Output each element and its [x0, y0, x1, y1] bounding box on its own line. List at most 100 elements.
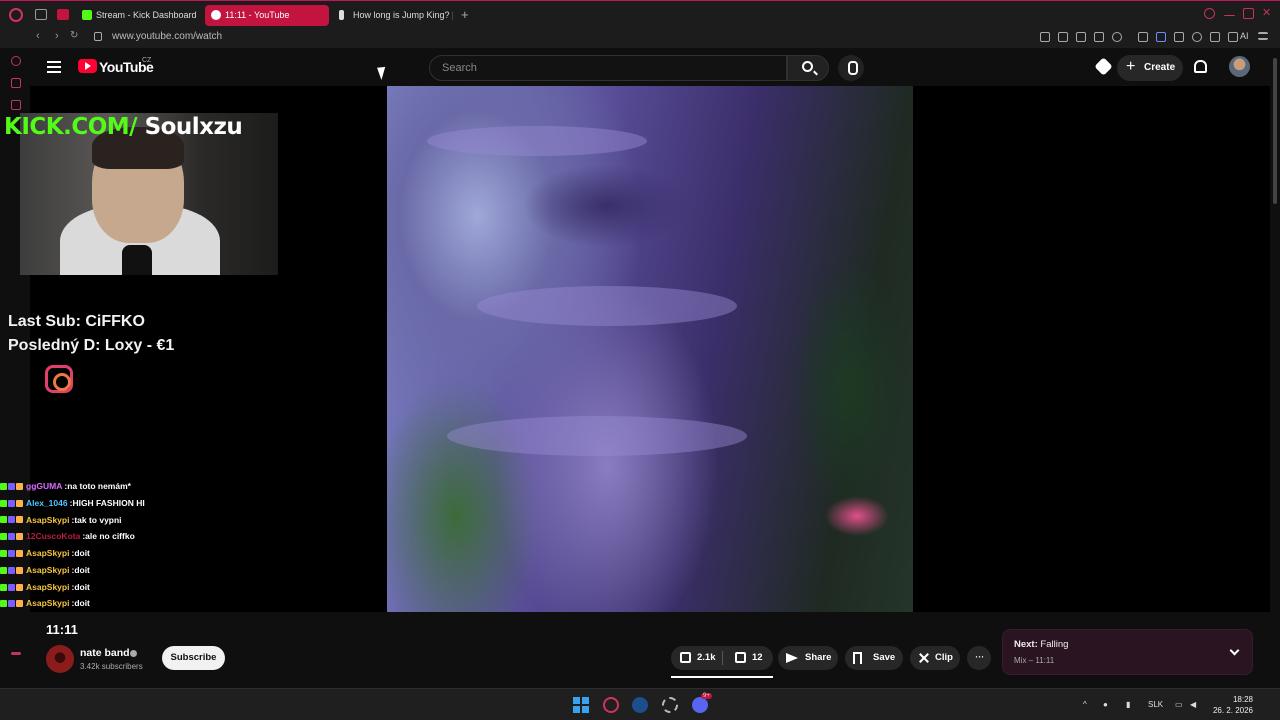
- profile-icon[interactable]: [1192, 32, 1202, 42]
- sidebar-more-icon[interactable]: [11, 652, 21, 655]
- minimize-icon[interactable]: [1224, 15, 1235, 17]
- language-indicator[interactable]: SLK: [1148, 700, 1163, 709]
- wifi-icon[interactable]: [1156, 32, 1166, 42]
- tab-kick-dashboard[interactable]: Stream - Kick Dashboard: [76, 5, 200, 26]
- chat-username: 12CuscoKota: [26, 531, 81, 542]
- verified-icon: [130, 650, 137, 657]
- puzzle-icon[interactable]: [1174, 32, 1184, 42]
- opera-taskbar-icon[interactable]: [603, 697, 619, 713]
- url-field[interactable]: www.youtube.com/watch: [112, 31, 222, 42]
- like-count[interactable]: 2.1k: [697, 646, 716, 670]
- chat-badges: [0, 550, 23, 558]
- chat-username: AsapSkypi: [26, 564, 70, 575]
- adblock-icon[interactable]: [1076, 32, 1086, 42]
- badge-icon: [16, 550, 23, 558]
- chat-username: AsapSkypi: [26, 514, 70, 525]
- share-button[interactable]: Share: [778, 646, 838, 670]
- clock-date: 26. 2. 2026: [1212, 706, 1253, 715]
- divider: [722, 651, 723, 665]
- opera-logo-icon[interactable]: [9, 8, 23, 22]
- youtube-pinned-icon[interactable]: [57, 9, 69, 20]
- tab-youtube[interactable]: 11:11 - YouTube: [205, 5, 329, 26]
- search-input[interactable]: Search: [429, 55, 787, 81]
- channel-name[interactable]: nate band: [80, 647, 130, 659]
- back-icon[interactable]: ‹: [36, 30, 40, 42]
- dislike-icon[interactable]: [735, 652, 746, 663]
- discord-icon[interactable]: [692, 697, 708, 713]
- tray-mic-icon[interactable]: ▮: [1126, 700, 1130, 709]
- play-icon[interactable]: [1094, 32, 1104, 42]
- tray-discord-icon[interactable]: ●: [1103, 700, 1108, 709]
- chat-badges: [0, 600, 23, 608]
- chat-text: ale no ciffko: [85, 531, 135, 542]
- channel-avatar[interactable]: [46, 645, 74, 673]
- tab-islands-icon[interactable]: [35, 9, 47, 20]
- chevron-down-icon[interactable]: [1229, 645, 1240, 656]
- page-scrollbar[interactable]: [1270, 48, 1280, 688]
- kick-favicon-icon: [82, 10, 92, 20]
- aria-icon[interactable]: [1228, 32, 1238, 42]
- windows-start-icon[interactable]: [573, 697, 589, 713]
- last-sub-text: Last Sub: CiFFKO: [8, 313, 145, 330]
- video-texture: [477, 286, 737, 326]
- dislike-count[interactable]: 12: [752, 646, 763, 670]
- reload-icon[interactable]: ↻: [70, 30, 78, 41]
- new-tab-button[interactable]: +: [461, 7, 469, 22]
- badge-icon: [0, 550, 7, 558]
- like-icon[interactable]: [680, 652, 691, 663]
- chat-message: ggGUMA : na toto nemám*: [0, 478, 300, 495]
- snapshot-icon[interactable]: [1058, 32, 1068, 42]
- badge-icon: [0, 583, 7, 591]
- search-tabs-icon[interactable]: [1204, 8, 1215, 19]
- forward-icon[interactable]: ›: [55, 30, 59, 42]
- badge-icon: [16, 482, 23, 490]
- search-button[interactable]: [787, 55, 829, 81]
- voice-search-icon[interactable]: [838, 55, 864, 81]
- save-button[interactable]: Save: [845, 646, 903, 670]
- heart-icon[interactable]: [1112, 32, 1122, 42]
- badge-icon: [16, 533, 23, 541]
- bag-icon[interactable]: [11, 78, 21, 88]
- ai-label[interactable]: AI: [1240, 31, 1249, 41]
- maximize-icon[interactable]: [1243, 8, 1254, 19]
- network-icon[interactable]: ▭: [1175, 700, 1183, 709]
- chat-badges: [0, 499, 23, 507]
- close-icon[interactable]: ✕: [1262, 8, 1273, 19]
- tab-jump-king[interactable]: How long is Jump King? |: [333, 5, 453, 26]
- bookmark-favicon-icon: [339, 10, 344, 20]
- menu-icon[interactable]: [1258, 32, 1268, 40]
- steam-icon[interactable]: [632, 697, 648, 713]
- download-icon[interactable]: [1210, 32, 1220, 42]
- youtube-header: YouTube CZ Search Create: [30, 48, 1270, 86]
- messages-icon[interactable]: [11, 100, 21, 110]
- last-donation-text: Posledný D: Loxy - €1: [8, 337, 175, 354]
- obs-icon[interactable]: [662, 697, 678, 713]
- video-player[interactable]: [387, 86, 913, 612]
- extension-icon[interactable]: [1138, 32, 1148, 42]
- screen: Stream - Kick Dashboard 11:11 - YouTube …: [0, 0, 1280, 720]
- tray-chevron-icon[interactable]: ^: [1083, 700, 1087, 709]
- more-actions-button[interactable]: ···: [967, 646, 991, 670]
- badge-icon: [0, 482, 7, 490]
- history-icon[interactable]: [11, 56, 21, 66]
- avatar[interactable]: [1229, 56, 1250, 77]
- lock-icon[interactable]: [94, 32, 102, 41]
- pin-icon[interactable]: [1040, 32, 1050, 42]
- chat-badges: [0, 566, 23, 574]
- notifications-icon[interactable]: [1194, 60, 1207, 73]
- address-bar: ‹ › ↻ www.youtube.com/watch AI: [0, 28, 1280, 48]
- create-button[interactable]: Create: [1117, 54, 1183, 81]
- volume-icon[interactable]: ◀: [1190, 700, 1196, 709]
- taskbar-clock[interactable]: 18:28 26. 2. 2026: [1211, 694, 1253, 716]
- chat-message: AsapSkypi : doit: [0, 562, 300, 579]
- chat-badges: [0, 583, 23, 591]
- next-up-card[interactable]: Next: Falling Mix – 11:11: [1002, 629, 1253, 675]
- subscribe-button[interactable]: Subscribe: [162, 646, 225, 670]
- clip-button[interactable]: Clip: [910, 646, 960, 670]
- badge-icon: [8, 550, 15, 558]
- gemini-icon[interactable]: [1094, 57, 1113, 76]
- chat-message: AsapSkypi : doit: [0, 545, 300, 562]
- guide-menu-icon[interactable]: [47, 61, 61, 73]
- scroll-thumb[interactable]: [1273, 58, 1277, 204]
- youtube-logo-icon[interactable]: [78, 59, 97, 73]
